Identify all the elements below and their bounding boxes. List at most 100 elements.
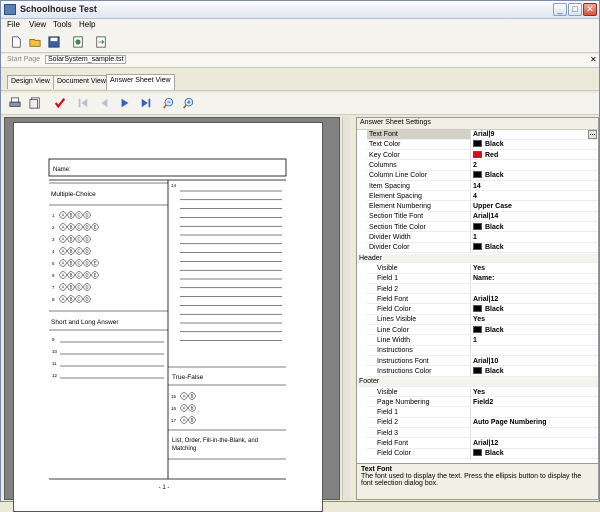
open-icon[interactable] [28, 35, 42, 49]
property-row[interactable]: Visible Yes [357, 263, 598, 274]
view-toolbar [1, 93, 599, 115]
property-value[interactable]: Yes [471, 315, 598, 326]
property-row[interactable]: Columns 2 [357, 160, 598, 171]
property-value[interactable]: 1 [471, 233, 598, 243]
property-value[interactable]: Black [471, 140, 598, 150]
close-doc-icon[interactable]: ✕ [590, 55, 597, 64]
property-row[interactable]: Field Font Arial|12 [357, 439, 598, 449]
tab-answer-sheet-view[interactable]: Answer Sheet View [106, 74, 175, 90]
minimize-button[interactable]: _ [553, 3, 567, 16]
close-button[interactable]: ✕ [583, 3, 597, 16]
property-row[interactable]: Divider Color Black [357, 243, 598, 253]
export-icon[interactable] [94, 35, 108, 49]
property-value[interactable]: Black [471, 222, 598, 233]
property-row[interactable]: Field Font Arial|12 [357, 294, 598, 305]
property-row[interactable]: Field 1 Name: [357, 274, 598, 284]
tab-file[interactable]: SolarSystem_sample.tst [45, 55, 127, 64]
property-value-text: Black [485, 326, 504, 334]
property-row[interactable]: Line Color Black [357, 325, 598, 336]
zoom-in-icon[interactable] [181, 96, 195, 110]
zoom-out-icon[interactable] [161, 96, 175, 110]
property-value[interactable]: Black [471, 366, 598, 377]
bubble-letter: C [77, 225, 80, 230]
property-row[interactable]: Text Color Black [357, 140, 598, 150]
page-setup-icon[interactable] [28, 96, 42, 110]
property-row[interactable]: Element Numbering Upper Case [357, 202, 598, 212]
property-row[interactable]: Key Color Red [357, 150, 598, 161]
property-value[interactable] [471, 346, 598, 356]
property-value[interactable]: Black [471, 305, 598, 315]
property-value[interactable] [471, 429, 598, 439]
property-row[interactable]: Line Width 1 [357, 336, 598, 346]
menu-tools[interactable]: Tools [53, 20, 72, 29]
menu-help[interactable]: Help [79, 20, 95, 29]
property-value[interactable] [471, 285, 598, 295]
property-row[interactable]: Section Title Color Black [357, 222, 598, 233]
property-row[interactable]: Page Numbering Field2 [357, 397, 598, 408]
property-value[interactable]: 4 [471, 192, 598, 202]
property-category[interactable]: Footer [357, 377, 598, 387]
property-value[interactable]: 14 [471, 182, 598, 192]
property-value[interactable]: Black [471, 171, 598, 181]
last-page-icon[interactable] [139, 96, 153, 110]
property-value-text: Arial|9 [473, 131, 495, 138]
property-value[interactable]: Name: [471, 274, 598, 284]
menu-file[interactable]: File [7, 20, 20, 29]
next-page-icon[interactable] [118, 96, 132, 110]
property-value[interactable]: Arial|12 [471, 295, 598, 305]
tab-document-view[interactable]: Document View [53, 75, 110, 89]
property-value[interactable]: Black [471, 243, 598, 253]
print-icon[interactable] [8, 96, 22, 110]
property-value[interactable]: Black [471, 449, 598, 459]
property-row[interactable]: Instructions Color Black [357, 366, 598, 377]
new-icon[interactable] [9, 35, 23, 49]
tab-design-view[interactable]: Design View [7, 75, 54, 89]
mc-question-number: 6 [52, 273, 55, 278]
property-category[interactable]: Header [357, 253, 598, 264]
property-row[interactable]: Field 2 [357, 284, 598, 295]
property-row[interactable]: Divider Width 1 [357, 233, 598, 243]
property-row[interactable]: Item Spacing 14 [357, 181, 598, 192]
property-value[interactable]: Upper Case [471, 202, 598, 212]
property-row[interactable]: Field 3 [357, 428, 598, 439]
property-row[interactable]: Visible Yes [357, 387, 598, 398]
panel-title: Answer Sheet Settings [357, 118, 598, 130]
property-value[interactable]: Black [471, 325, 598, 336]
property-value[interactable]: Arial|10 [471, 357, 598, 367]
preview-vertical-scrollbar[interactable] [342, 117, 350, 500]
save-icon[interactable] [47, 35, 61, 49]
property-row[interactable]: Lines Visible Yes [357, 315, 598, 326]
property-row[interactable]: Field 1 [357, 408, 598, 418]
property-row[interactable]: Column Line Color Black [357, 171, 598, 181]
property-row[interactable]: Text Font Arial|9… [357, 130, 598, 140]
property-value[interactable]: 2 [471, 161, 598, 171]
property-value[interactable]: Auto Page Numbering [471, 418, 598, 429]
property-value[interactable] [471, 408, 598, 418]
property-value[interactable]: Arial|9 … [471, 130, 598, 140]
property-value[interactable]: Arial|14 [471, 212, 598, 223]
previous-page-icon[interactable] [97, 96, 111, 110]
property-value-text: Black [485, 450, 504, 458]
property-name: Columns [367, 160, 471, 171]
show-key-icon[interactable] [53, 96, 67, 110]
property-row[interactable]: Element Spacing 4 [357, 191, 598, 202]
property-value[interactable]: Arial|12 [471, 439, 598, 449]
property-row[interactable]: Instructions Font Arial|10 [357, 356, 598, 367]
print-setup-icon[interactable] [71, 35, 85, 49]
property-row[interactable]: Field Color Black [357, 449, 598, 459]
property-row[interactable]: Field Color Black [357, 305, 598, 315]
property-value[interactable]: 1 [471, 336, 598, 346]
bubble-letter: B [70, 261, 73, 266]
tab-start-page[interactable]: Start Page [7, 56, 40, 63]
ellipsis-button[interactable]: … [588, 130, 597, 139]
property-value[interactable]: Field2 [471, 398, 598, 408]
menu-view[interactable]: View [29, 20, 46, 29]
property-row[interactable]: Section Title Font Arial|14 [357, 212, 598, 223]
first-page-icon[interactable] [76, 96, 90, 110]
property-value[interactable]: Red [471, 150, 598, 161]
property-value[interactable]: Yes [471, 388, 598, 398]
property-row[interactable]: Instructions [357, 346, 598, 356]
property-row[interactable]: Field 2 Auto Page Numbering [357, 418, 598, 429]
maximize-button[interactable]: □ [568, 3, 582, 16]
property-value[interactable]: Yes [471, 264, 598, 274]
